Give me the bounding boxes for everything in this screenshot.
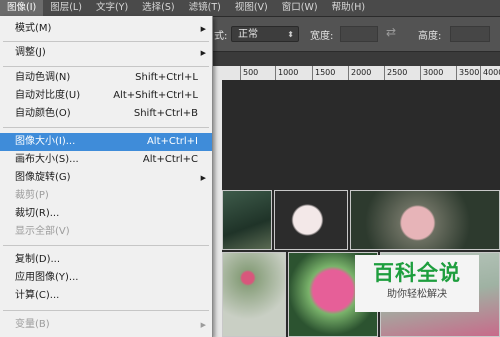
menu-item-canvas-size[interactable]: 画布大小(S)... Alt+Ctrl+C xyxy=(0,151,212,169)
image-menu-dropdown: 模式(M) ▶ 调整(J) ▶ 自动色调(N) Shift+Ctrl+L 自动对… xyxy=(0,16,213,337)
menu-help[interactable]: 帮助(H) xyxy=(325,0,373,16)
lotus-photo xyxy=(222,252,286,337)
menu-item-crop: 裁剪(P) xyxy=(0,187,212,205)
menu-item-mode[interactable]: 模式(M) ▶ xyxy=(0,20,212,38)
menu-item-label: 图像大小(I)... xyxy=(15,136,76,147)
height-label: 高度: xyxy=(418,31,442,42)
ruler-tick: 1500 xyxy=(312,66,335,80)
menu-item-label: 裁剪(P) xyxy=(15,190,49,201)
menu-item-auto-tone[interactable]: 自动色调(N) Shift+Ctrl+L xyxy=(0,69,212,87)
updown-arrows-icon: ⬍ xyxy=(287,30,294,39)
width-field[interactable] xyxy=(340,26,378,42)
menu-item-label: 显示全部(V) xyxy=(15,226,70,237)
menu-item-label: 变量(B) xyxy=(15,319,50,330)
menu-item-shortcut: Shift+Ctrl+L xyxy=(135,72,198,83)
height-field[interactable] xyxy=(450,26,490,42)
menu-item-label: 复制(D)... xyxy=(15,254,61,265)
menu-item-label: 模式(M) xyxy=(15,23,52,34)
watermark-logo: 百科全说 助你轻松解决 xyxy=(355,255,479,312)
menu-select[interactable]: 选择(S) xyxy=(135,0,181,16)
watermark-subtitle: 助你轻松解决 xyxy=(387,289,447,300)
menu-item-variables: 变量(B) ▶ xyxy=(0,316,212,334)
submenu-arrow-icon: ▶ xyxy=(200,174,206,182)
menu-separator xyxy=(3,245,209,246)
ruler-tick: 3000 xyxy=(420,66,443,80)
ruler-tick: 2000 xyxy=(348,66,371,80)
lotus-photo xyxy=(350,190,500,250)
menu-item-label: 调整(J) xyxy=(15,47,46,58)
menu-separator xyxy=(3,127,209,128)
submenu-arrow-icon: ▶ xyxy=(200,321,206,329)
menu-item-trim[interactable]: 裁切(R)... xyxy=(0,205,212,223)
menu-item-image-size[interactable]: 图像大小(I)... Alt+Ctrl+I xyxy=(0,133,212,151)
menu-item-label: 自动对比度(U) xyxy=(15,90,81,101)
style-label: 式: xyxy=(214,31,228,42)
menu-item-label: 计算(C)... xyxy=(15,290,60,301)
menu-item-adjustments[interactable]: 调整(J) ▶ xyxy=(0,44,212,62)
menu-item-label: 自动颜色(O) xyxy=(15,108,71,119)
menu-item-label: 图像旋转(G) xyxy=(15,172,71,183)
menu-item-reveal-all: 显示全部(V) xyxy=(0,223,212,241)
menu-separator xyxy=(3,310,209,311)
menu-item-label: 画布大小(S)... xyxy=(15,154,79,165)
ruler-tick: 2500 xyxy=(384,66,407,80)
swap-icon[interactable]: ⇄ xyxy=(386,25,396,39)
menu-filter[interactable]: 滤镜(T) xyxy=(182,0,228,16)
menu-separator xyxy=(3,41,209,42)
menu-window[interactable]: 窗口(W) xyxy=(275,0,325,16)
menu-item-label: 应用图像(Y)... xyxy=(15,272,79,283)
submenu-arrow-icon: ▶ xyxy=(200,25,206,33)
menu-item-apply-image[interactable]: 应用图像(Y)... xyxy=(0,269,212,287)
menu-item-label: 裁切(R)... xyxy=(15,208,60,219)
ruler-tick: 4000 xyxy=(480,66,500,80)
menu-image[interactable]: 图像(I) xyxy=(0,0,44,16)
menu-item-shortcut: Shift+Ctrl+B xyxy=(133,108,198,119)
menu-item-auto-color[interactable]: 自动颜色(O) Shift+Ctrl+B xyxy=(0,105,212,123)
style-select[interactable]: 正常 ⬍ xyxy=(231,26,299,42)
menu-separator xyxy=(3,66,209,67)
ruler-tick: 500 xyxy=(240,66,258,80)
ruler-tick: 1000 xyxy=(275,66,298,80)
horizontal-ruler: 500 1000 1500 2000 2500 3000 3500 4000 xyxy=(212,66,500,81)
lotus-photo xyxy=(274,190,348,250)
menu-item-shortcut: Alt+Ctrl+C xyxy=(142,154,198,165)
lotus-photo xyxy=(222,190,272,250)
menu-view[interactable]: 视图(V) xyxy=(228,0,275,16)
menu-item-duplicate[interactable]: 复制(D)... xyxy=(0,251,212,269)
menu-item-auto-contrast[interactable]: 自动对比度(U) Alt+Shift+Ctrl+L xyxy=(0,87,212,105)
ruler-tick: 3500 xyxy=(456,66,479,80)
style-select-value: 正常 xyxy=(238,29,258,40)
menu-item-shortcut: Alt+Shift+Ctrl+L xyxy=(113,90,198,101)
menu-layer[interactable]: 图层(L) xyxy=(43,0,89,16)
submenu-arrow-icon: ▶ xyxy=(200,49,206,57)
watermark-title: 百科全说 xyxy=(373,261,461,285)
width-label: 宽度: xyxy=(310,31,334,42)
menubar: 图像(I) 图层(L) 文字(Y) 选择(S) 滤镜(T) 视图(V) 窗口(W… xyxy=(0,0,500,17)
menu-item-calculations[interactable]: 计算(C)... xyxy=(0,287,212,305)
menu-item-image-rotation[interactable]: 图像旋转(G) ▶ xyxy=(0,169,212,187)
menu-item-shortcut: Alt+Ctrl+I xyxy=(146,136,198,147)
menu-item-label: 自动色调(N) xyxy=(15,72,71,83)
menu-type[interactable]: 文字(Y) xyxy=(89,0,135,16)
